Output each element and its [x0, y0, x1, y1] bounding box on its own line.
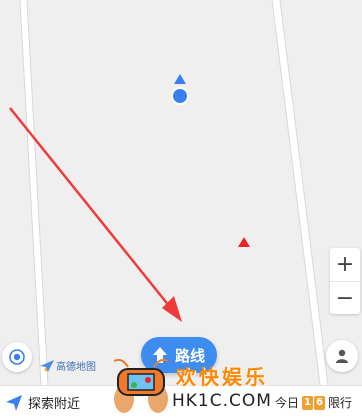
restricted-digits: 1 6 [302, 395, 325, 410]
gamer-hands-icon [113, 358, 169, 413]
map-view[interactable]: + − 高德地图 路线 [0, 0, 362, 385]
send-icon [6, 394, 22, 411]
map-roads [9, 0, 329, 385]
brand-logo: 高德地图 [40, 358, 96, 373]
explore-nearby-label: 探索附近 [28, 397, 81, 412]
watermark-subtitle: HK1C.COM [172, 391, 272, 411]
watermark-title: 欢快娱乐 [176, 365, 268, 389]
destination-marker[interactable] [238, 232, 250, 247]
person-icon [336, 349, 348, 363]
restricted-digit: 6 [314, 395, 325, 410]
locate-icon [9, 349, 25, 365]
restricted-digit: 1 [302, 395, 314, 410]
traffic-restriction[interactable]: 今日 1 6 限行 [275, 394, 352, 411]
current-location-marker [168, 74, 192, 106]
zoom-in-button[interactable]: + [330, 248, 360, 281]
zoom-out-button[interactable]: − [330, 281, 360, 315]
locate-button[interactable] [2, 342, 32, 372]
watermark: 欢快娱乐 HK1C.COM [108, 355, 280, 417]
restriction-label: 限行 [327, 396, 352, 410]
brand-name: 高德地图 [56, 362, 96, 373]
amap-logo-icon [40, 359, 54, 372]
explore-nearby-button[interactable]: 探索附近 [6, 393, 80, 412]
profile-button[interactable] [326, 340, 358, 372]
zoom-control: + − [330, 248, 360, 314]
